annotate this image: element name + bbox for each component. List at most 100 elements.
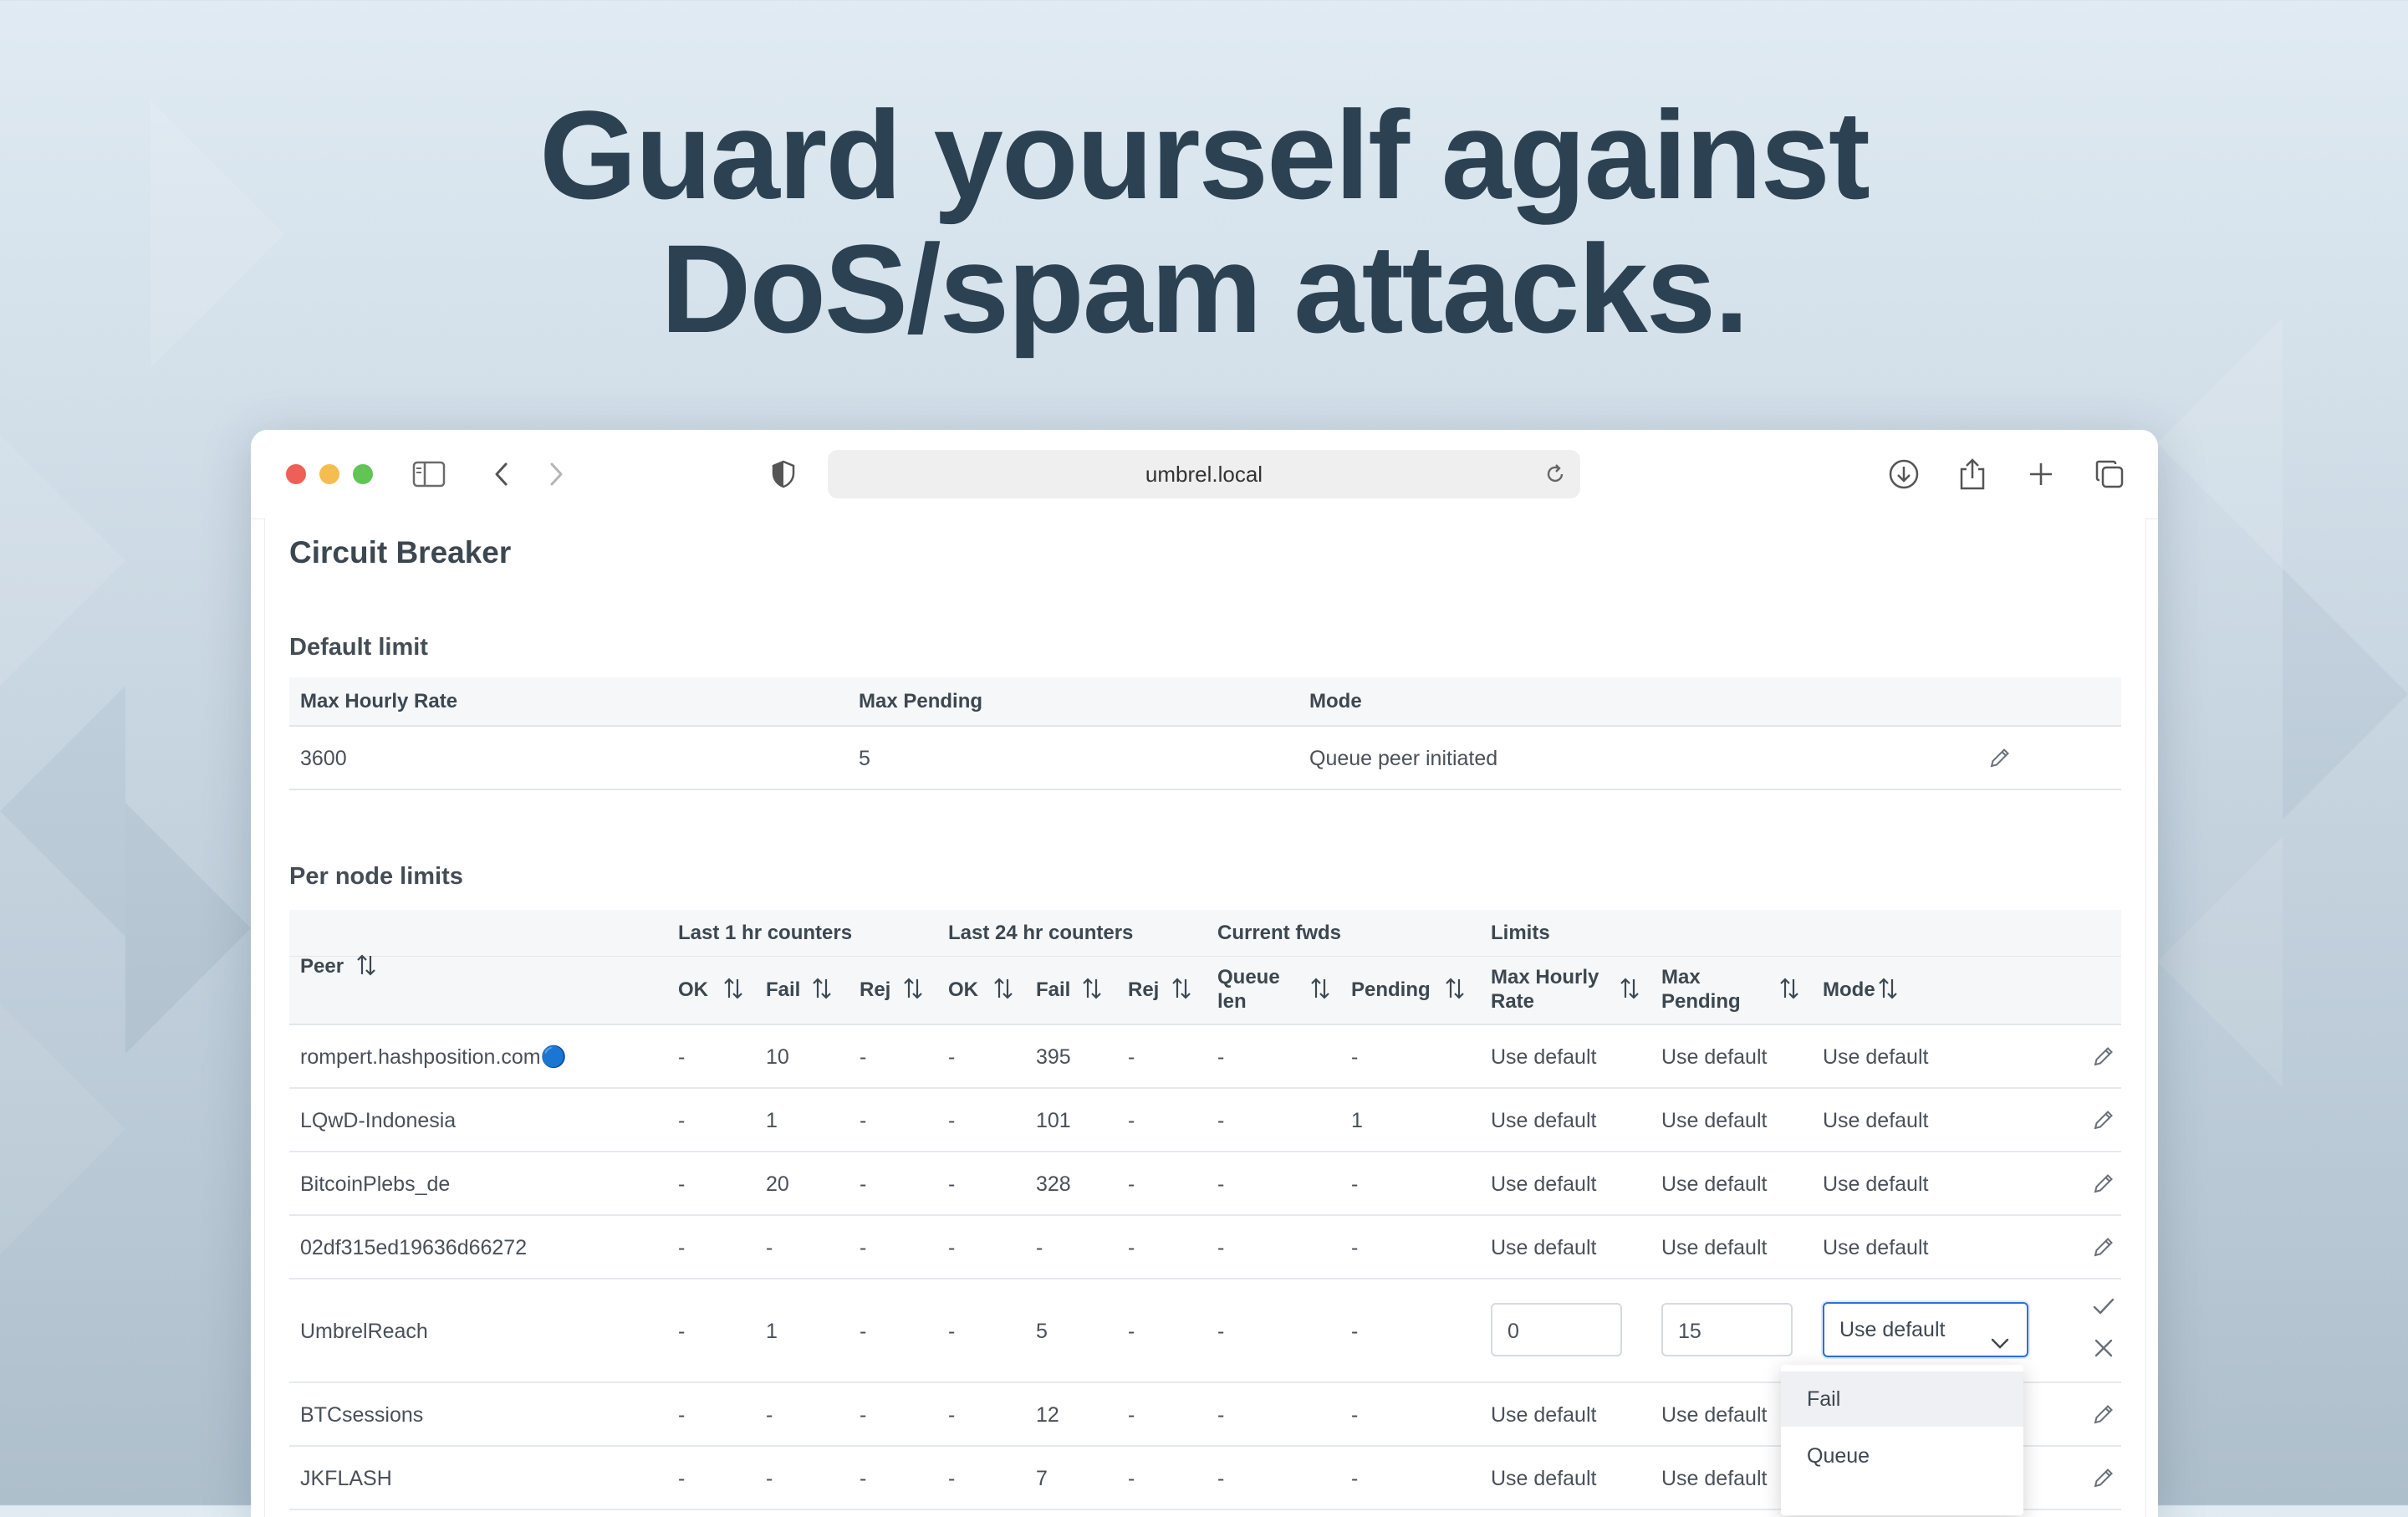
default-mode: Queue peer initiated <box>1309 747 1498 770</box>
sidebar-icon[interactable] <box>412 457 446 491</box>
per-node-header: Peer Last 1 hr counters Last 24 hr count… <box>289 910 2121 1025</box>
zoom-window-button[interactable] <box>353 464 373 484</box>
fail-24hr: - <box>1036 1236 1043 1259</box>
max-hourly-rate: Use default <box>1491 1172 1597 1196</box>
tabs-overview-icon[interactable] <box>2093 457 2126 491</box>
sort-mode-icon[interactable] <box>1877 977 1899 1000</box>
shield-icon[interactable] <box>767 457 800 491</box>
ok-1hr: - <box>678 1045 686 1069</box>
group-header-current-fwds: Current fwds <box>1217 922 1342 944</box>
max-pending-input[interactable]: 15 <box>1661 1303 1793 1356</box>
ok-24hr: - <box>948 1109 956 1132</box>
queue-len: - <box>1217 1045 1225 1069</box>
default-limit-header-row: Max Hourly Rate Max Pending Mode <box>289 677 2121 727</box>
edit-row-icon[interactable] <box>2092 1045 2115 1068</box>
share-icon[interactable] <box>1956 457 1989 491</box>
peer-name: BitcoinPlebs_de <box>300 1172 451 1196</box>
edit-default-limit-icon[interactable] <box>1988 746 2012 769</box>
sort-max-pending-icon[interactable] <box>1778 977 1800 1000</box>
peer-name: 02df315ed19636d66272 <box>300 1236 528 1259</box>
sort-rej-24hr-icon[interactable] <box>1171 977 1192 1000</box>
queue-len: - <box>1217 1320 1225 1343</box>
sort-ok-24hr-icon[interactable] <box>992 977 1014 1000</box>
sort-peer-icon[interactable] <box>355 953 377 977</box>
browser-window: umbrel.local Circuit Breaker Default lim… <box>251 430 2158 1517</box>
download-icon[interactable] <box>1887 457 1921 491</box>
max-hourly-rate: Use default <box>1491 1236 1597 1259</box>
sort-fail-24hr-icon[interactable] <box>1081 977 1103 1000</box>
max-pending: Use default <box>1661 1467 1768 1490</box>
max-hourly-rate: Use default <box>1491 1045 1597 1069</box>
rej-24hr: - <box>1128 1403 1135 1427</box>
peer-name: UmbrelReach <box>300 1320 428 1343</box>
column-header-rej-24hr: Rej <box>1128 978 1160 1001</box>
new-tab-icon[interactable] <box>2024 457 2058 491</box>
max-hourly-rate: Use default <box>1491 1403 1597 1427</box>
max-pending: Use default <box>1661 1403 1768 1427</box>
mode-dropdown-menu: Fail Queue <box>1781 1365 2023 1515</box>
mode-option-fail[interactable]: Fail <box>1781 1371 2023 1427</box>
rej-1hr: - <box>860 1236 867 1259</box>
mode-select-value: Use default <box>1839 1318 1946 1341</box>
ok-24hr: - <box>948 1467 956 1490</box>
pending: - <box>1351 1403 1359 1427</box>
group-header-last-24hr: Last 24 hr counters <box>948 922 1134 944</box>
peer-name: rompert.hashposition.com🔵 <box>300 1045 567 1069</box>
sort-rej-1hr-icon[interactable] <box>902 977 924 1000</box>
confirm-check-icon[interactable] <box>2092 1295 2115 1318</box>
header-divider <box>289 956 2121 957</box>
column-header-ok-1hr: OK <box>678 978 708 1001</box>
sort-ok-1hr-icon[interactable] <box>722 977 744 1000</box>
edit-row-icon[interactable] <box>2092 1172 2115 1195</box>
mode: Use default <box>1823 1045 1929 1069</box>
sort-pending-icon[interactable] <box>1444 977 1466 1000</box>
fail-24hr: 101 <box>1036 1109 1071 1132</box>
sort-fail-1hr-icon[interactable] <box>811 977 833 1000</box>
column-header-mode-limits: Mode <box>1823 978 1875 1001</box>
edit-row-icon[interactable] <box>2092 1402 2115 1426</box>
column-header-max-hourly-line2: Rate <box>1491 990 1535 1013</box>
max-pending: Use default <box>1661 1109 1768 1132</box>
queue-len: - <box>1217 1467 1225 1490</box>
edit-row-icon[interactable] <box>2092 1466 2115 1489</box>
mode: Use default <box>1823 1236 1929 1259</box>
mode-select[interactable]: Use default <box>1823 1302 2028 1357</box>
rej-24hr: - <box>1128 1109 1135 1132</box>
fail-24hr: 395 <box>1036 1045 1071 1069</box>
edit-row-icon[interactable] <box>2092 1235 2115 1259</box>
per-node-limits-heading: Per node limits <box>289 863 463 890</box>
max-hourly-rate-input[interactable]: 0 <box>1491 1303 1622 1356</box>
fail-24hr: 7 <box>1036 1467 1048 1490</box>
rej-1hr: - <box>860 1172 867 1196</box>
reload-icon[interactable] <box>1543 462 1567 486</box>
edit-row-icon[interactable] <box>2092 1108 2115 1131</box>
pending: - <box>1351 1172 1359 1196</box>
forward-icon[interactable] <box>539 457 573 491</box>
back-icon[interactable] <box>485 457 518 491</box>
ok-1hr: - <box>678 1172 686 1196</box>
default-limit-row: 3600 5 Queue peer initiated <box>289 727 2121 790</box>
ok-24hr: - <box>948 1403 956 1427</box>
ok-1hr: - <box>678 1403 686 1427</box>
column-header-max-pending-line1: Max <box>1661 966 1701 988</box>
column-header-rej-1hr: Rej <box>860 978 891 1001</box>
fail-1hr: - <box>766 1403 773 1427</box>
queue-len: - <box>1217 1109 1225 1132</box>
group-header-limits: Limits <box>1491 922 1550 944</box>
cancel-close-icon[interactable] <box>2092 1336 2115 1360</box>
page-title: Circuit Breaker <box>289 535 512 570</box>
column-header-peer: Peer <box>300 955 344 978</box>
mode-option-queue[interactable]: Queue <box>1781 1428 2023 1484</box>
hero-line-1: Guard yourself against <box>539 84 1870 225</box>
fail-1hr: - <box>766 1467 773 1490</box>
sort-queue-len-icon[interactable] <box>1309 977 1331 1000</box>
sort-max-hourly-icon[interactable] <box>1619 977 1640 1000</box>
table-row: rompert.hashposition.com🔵 - 10 - - 395 -… <box>289 1025 2121 1089</box>
address-bar[interactable]: umbrel.local <box>828 450 1580 498</box>
peer-name: JKFLASH <box>300 1467 392 1490</box>
fail-1hr: 20 <box>766 1172 789 1196</box>
minimize-window-button[interactable] <box>319 464 339 484</box>
pending: 1 <box>1351 1109 1363 1132</box>
close-window-button[interactable] <box>286 464 306 484</box>
url-text: umbrel.local <box>1145 462 1263 487</box>
